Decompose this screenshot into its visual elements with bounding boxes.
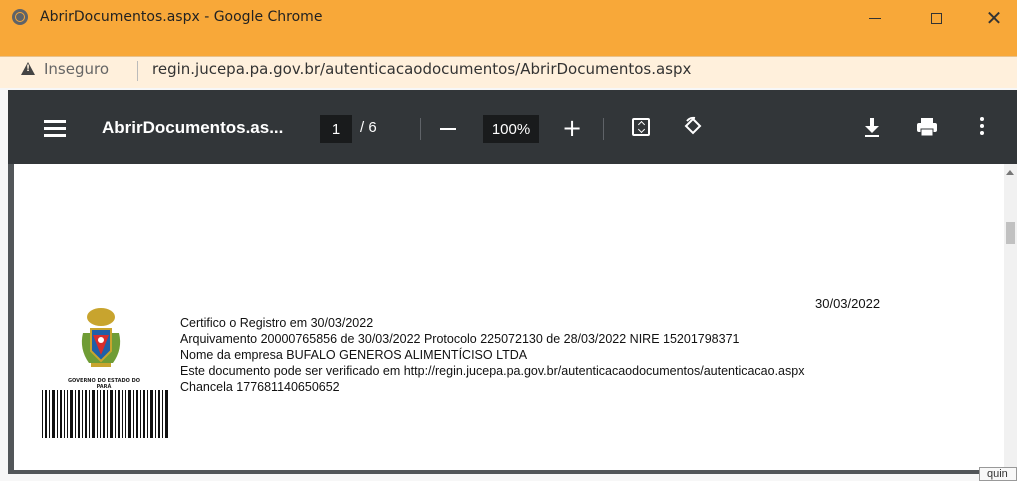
certificate-line: Arquivamento 20000765856 de 30/03/2022 P… <box>180 332 740 346</box>
zoom-level-input[interactable]: 100% <box>483 115 539 143</box>
current-page-input[interactable]: 1 <box>320 115 352 143</box>
state-coat-of-arms-logo <box>81 308 121 367</box>
download-icon[interactable] <box>862 116 882 138</box>
seal-caption: GOVERNO DO ESTADO DO PARÁ <box>67 378 141 390</box>
scroll-up-icon[interactable] <box>1006 170 1014 175</box>
fit-page-icon[interactable] <box>632 118 650 136</box>
certificate-text: Certifico o Registro em 30/03/2022 Arqui… <box>180 315 804 395</box>
certificate-line: Nome da empresa BUFALO GENEROS ALIMENTÍC… <box>180 348 528 362</box>
window-title: AbrirDocumentos.aspx - Google Chrome <box>40 9 323 25</box>
menu-icon[interactable] <box>44 120 66 137</box>
vertical-scrollbar[interactable] <box>1004 164 1017 474</box>
maximize-icon <box>930 12 942 24</box>
certificate-line: Chancela 177681140650652 <box>180 380 340 394</box>
barcode-image <box>42 390 168 438</box>
minimize-icon <box>869 17 881 19</box>
zoom-out-icon[interactable] <box>440 128 456 130</box>
tooltip: quin <box>979 467 1017 481</box>
toolbar-divider <box>603 118 604 140</box>
zoom-in-button[interactable]: + <box>562 114 582 142</box>
certificate-line: Certifico o Registro em 30/03/2022 <box>180 316 374 330</box>
toolbar-divider <box>420 118 421 140</box>
address-divider <box>137 61 138 81</box>
minimize-button[interactable] <box>852 0 898 36</box>
print-icon[interactable] <box>915 117 939 137</box>
url-text[interactable]: regin.jucepa.pa.gov.br/autenticacaodocum… <box>152 60 691 78</box>
title-row: AbrirDocumentos.aspx - Google Chrome ✕ <box>0 0 1017 36</box>
more-options-icon[interactable] <box>979 117 985 137</box>
globe-icon <box>12 9 28 25</box>
pdf-document-title: AbrirDocumentos.as... <box>102 118 284 137</box>
certificate-date: 30/03/2022 <box>815 296 881 311</box>
scrollbar-thumb[interactable] <box>1006 222 1015 244</box>
chrome-window: AbrirDocumentos.aspx - Google Chrome ✕ I… <box>0 0 1017 481</box>
page-total: / 6 <box>360 119 377 136</box>
close-button[interactable]: ✕ <box>971 0 1017 36</box>
warning-icon[interactable] <box>21 62 35 75</box>
rotate-icon[interactable] <box>683 116 703 136</box>
maximize-button[interactable] <box>913 0 959 36</box>
security-status[interactable]: Inseguro <box>44 60 109 78</box>
certificate-line: Este documento pode ser verificado em ht… <box>180 364 805 378</box>
